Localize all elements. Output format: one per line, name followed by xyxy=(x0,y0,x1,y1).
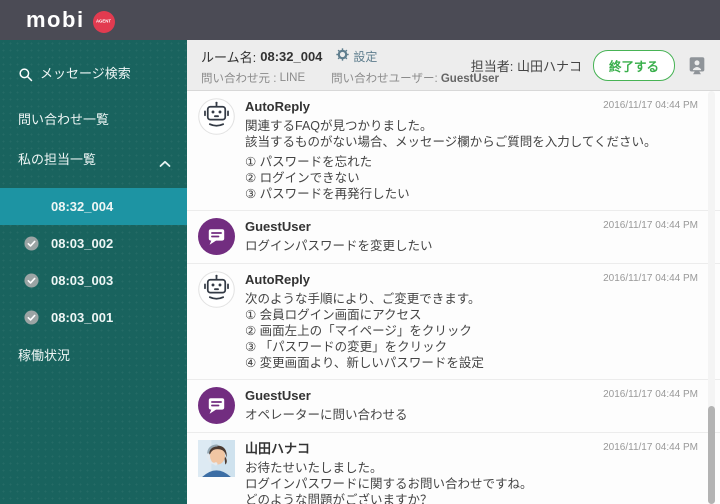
room-label: 08:03_003 xyxy=(51,273,114,288)
settings-label: 設定 xyxy=(353,49,378,64)
message-body: 次のような手順により、ご変更できます。 ① 会員ログイン画面にアクセス ② 画面左上… xyxy=(245,291,706,371)
chat-message: 山田ハナコ 2016/11/17 04:44 PM お待たせいたしました。ログイ… xyxy=(187,433,720,504)
agent-card-icon[interactable] xyxy=(686,54,708,77)
sidebar-item-label: メッセージ検索 xyxy=(40,66,131,81)
message-line: ④ 変更画面より、新しいパスワードを設定 xyxy=(245,356,484,370)
message-line: 関連するFAQが見つかりました。 xyxy=(245,119,433,133)
message-timestamp: 2016/11/17 04:44 PM xyxy=(603,442,698,453)
top-bar: mobi AGENT xyxy=(0,0,720,40)
room-header: ルーム名: 08:32_004 設定 問い合わせ元: LINE 問い合わせユー… xyxy=(187,40,720,91)
message-line: ③ 「パスワードの変更」をクリック xyxy=(245,340,448,354)
room-name-label: ルーム名: xyxy=(201,49,257,65)
inquiry-source-value: LINE xyxy=(279,72,306,84)
sidebar-room-08:03_001[interactable]: 08:03_001 xyxy=(0,299,187,336)
mobi-logo: mobi xyxy=(26,7,85,32)
chat-message: AutoReply 2016/11/17 04:44 PM 次のような手順により… xyxy=(187,264,720,380)
message-line: ① パスワードを忘れた xyxy=(245,155,373,169)
sidebar-item-message-search[interactable]: メッセージ検索 xyxy=(0,66,187,82)
chat-bubble-icon xyxy=(198,387,235,424)
agent-photo-avatar xyxy=(198,440,235,477)
sidebar-item-my-list[interactable]: 私の担当一覧 xyxy=(0,152,187,168)
check-circle-icon xyxy=(24,236,39,251)
room-label: 08:32_004 xyxy=(51,199,114,214)
chat-scrollbar-thumb[interactable] xyxy=(708,406,715,504)
message-paragraph: オペレーターに問い合わせる xyxy=(245,407,706,423)
sidebar-room-08:03_002[interactable]: 08:03_002 xyxy=(0,225,187,262)
sidebar: メッセージ検索 問い合わせ一覧 私の担当一覧 08:32_004 08:03_0… xyxy=(0,40,187,504)
agent-name: 山田ハナコ xyxy=(516,58,582,74)
message-line: ① 会員ログイン画面にアクセス xyxy=(245,308,422,322)
message-author: AutoReply xyxy=(245,272,310,287)
sidebar-room-08:32_004[interactable]: 08:32_004 xyxy=(0,188,187,225)
robot-icon xyxy=(198,98,235,135)
message-author: GuestUser xyxy=(245,219,311,234)
message-avatar xyxy=(198,271,235,308)
message-paragraph: ログインパスワードを変更したい xyxy=(245,238,706,254)
chat-message: AutoReply 2016/11/17 04:44 PM 関連するFAQが見つ… xyxy=(187,91,720,211)
room-list: 08:32_004 08:03_002 08:03_003 08:03_001 xyxy=(0,188,187,336)
message-body: オペレーターに問い合わせる xyxy=(245,407,706,423)
chat-message: GuestUser 2016/11/17 04:44 PM ログインパスワードを… xyxy=(187,211,720,264)
message-line: お待たせいたしました。 xyxy=(245,461,383,475)
room-label: 08:03_001 xyxy=(51,310,114,325)
agent-badge-icon: AGENT xyxy=(92,11,115,33)
message-paragraph: お待たせいたしました。ログインパスワードに関するお問い合わせですね。 どのような問… xyxy=(245,460,706,504)
message-line: ③ パスワードを再発行したい xyxy=(245,187,410,201)
message-author: 山田ハナコ xyxy=(245,441,311,456)
message-author: AutoReply xyxy=(245,99,310,114)
message-body: 関連するFAQが見つかりました。該当するものがない場合、メッセージ欄からご質問を… xyxy=(245,118,706,202)
sidebar-item-status[interactable]: 稼働状況 xyxy=(0,348,187,364)
chevron-up-icon xyxy=(159,156,171,172)
message-paragraph: ① パスワードを忘れた ② ログインできない ③ パスワードを再発行したい xyxy=(245,154,706,202)
message-author: GuestUser xyxy=(245,388,311,403)
chat-message-list: AutoReply 2016/11/17 04:44 PM 関連するFAQが見つ… xyxy=(187,91,720,504)
active-dot-icon xyxy=(24,199,26,214)
message-avatar xyxy=(198,218,235,255)
robot-icon xyxy=(198,271,235,308)
check-circle-icon xyxy=(24,310,39,325)
room-name-value: 08:32_004 xyxy=(260,48,323,64)
message-line: ② 画面左上の「マイページ」をクリック xyxy=(245,324,472,338)
message-avatar xyxy=(198,440,235,477)
message-paragraph: 次のような手順により、ご変更できます。 ① 会員ログイン画面にアクセス ② 画面左上… xyxy=(245,291,706,371)
check-circle-icon xyxy=(24,273,39,288)
message-line: ログインパスワードを変更したい xyxy=(245,239,433,253)
end-session-button[interactable]: 終了する xyxy=(592,49,675,81)
message-line: ② ログインできない xyxy=(245,171,360,185)
inquiry-user-label: 問い合わせユーザー: xyxy=(331,73,438,85)
settings-button[interactable]: 設定 xyxy=(336,48,377,65)
gear-icon xyxy=(336,48,353,64)
app-window: mobi AGENT メッセージ検索 問い合わせ一覧 私の担当一覧 08:32_ xyxy=(0,0,720,504)
message-body: ログインパスワードを変更したい xyxy=(245,238,706,254)
sidebar-item-label: 稼働状況 xyxy=(18,348,71,363)
agent-label: 担当者: xyxy=(470,58,514,74)
sidebar-item-label: 問い合わせ一覧 xyxy=(18,112,110,127)
messages: AutoReply 2016/11/17 04:44 PM 関連するFAQが見つ… xyxy=(187,91,720,504)
sidebar-room-08:03_003[interactable]: 08:03_003 xyxy=(0,262,187,299)
message-avatar xyxy=(198,387,235,424)
search-icon xyxy=(18,67,33,82)
message-avatar xyxy=(198,98,235,135)
sidebar-item-label: 私の担当一覧 xyxy=(18,152,97,167)
message-line: 該当するものがない場合、メッセージ欄からご質問を入力してください。 xyxy=(245,135,657,149)
chat-bubble-icon xyxy=(198,218,235,255)
message-line: オペレーターに問い合わせる xyxy=(245,408,408,422)
message-line: 次のような手順により、ご変更できます。 xyxy=(245,292,481,306)
message-timestamp: 2016/11/17 04:44 PM xyxy=(603,389,698,400)
message-paragraph: 関連するFAQが見つかりました。該当するものがない場合、メッセージ欄からご質問を… xyxy=(245,118,706,150)
sidebar-item-inquiry-list[interactable]: 問い合わせ一覧 xyxy=(0,112,187,128)
chat-message: GuestUser 2016/11/17 04:44 PM オペレーターに問い合… xyxy=(187,380,720,433)
message-line: どのような問題がございますか？ xyxy=(245,493,433,504)
message-line: ログインパスワードに関するお問い合わせですね。 xyxy=(245,477,533,491)
room-label: 08:03_002 xyxy=(51,236,114,251)
message-timestamp: 2016/11/17 04:44 PM xyxy=(603,273,698,284)
message-timestamp: 2016/11/17 04:44 PM xyxy=(603,100,698,111)
inquiry-source-label: 問い合わせ元 : xyxy=(201,73,277,85)
message-body: お待たせいたしました。ログインパスワードに関するお問い合わせですね。 どのような問… xyxy=(245,460,706,504)
message-timestamp: 2016/11/17 04:44 PM xyxy=(603,220,698,231)
